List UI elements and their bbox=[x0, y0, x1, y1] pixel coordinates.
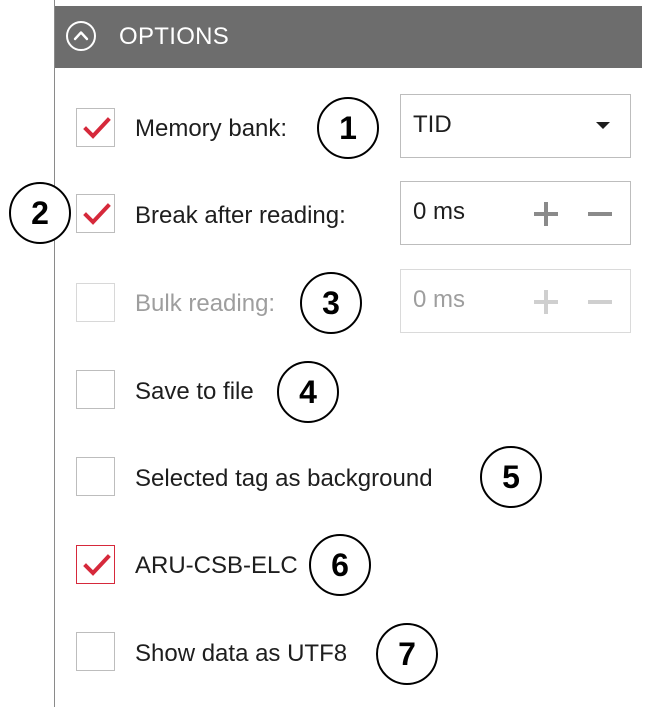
plus-icon[interactable] bbox=[531, 287, 561, 317]
plus-icon[interactable] bbox=[531, 199, 561, 229]
selected-tag-background-checkbox[interactable] bbox=[76, 457, 115, 496]
bulk-reading-value[interactable]: 0 ms bbox=[413, 286, 465, 314]
bulk-reading-label: Bulk reading: bbox=[135, 290, 276, 317]
save-to-file-checkbox[interactable] bbox=[76, 370, 115, 409]
break-after-reading-stepper[interactable]: 0 ms bbox=[400, 181, 631, 245]
options-header[interactable]: OPTIONS bbox=[55, 6, 642, 68]
callout-4: 4 bbox=[277, 361, 339, 423]
aru-csb-elc-checkbox[interactable] bbox=[76, 545, 115, 584]
show-data-utf8-checkbox[interactable] bbox=[76, 632, 115, 671]
minus-icon[interactable] bbox=[585, 199, 615, 229]
aru-csb-elc-label: ARU-CSB-ELC bbox=[135, 552, 298, 579]
callout-7: 7 bbox=[376, 623, 438, 685]
callout-6: 6 bbox=[309, 534, 371, 596]
break-after-reading-checkbox[interactable] bbox=[76, 194, 115, 233]
panel-left-border bbox=[54, 0, 55, 707]
callout-1: 1 bbox=[317, 97, 379, 159]
dropdown-arrow-icon[interactable] bbox=[596, 122, 610, 129]
callout-2: 2 bbox=[9, 182, 71, 244]
memory-bank-label: Memory bank: bbox=[135, 115, 288, 142]
memory-bank-value: TID bbox=[413, 111, 452, 138]
break-after-reading-label: Break after reading: bbox=[135, 202, 346, 229]
break-after-reading-value[interactable]: 0 ms bbox=[413, 198, 465, 226]
bulk-reading-checkbox[interactable] bbox=[76, 283, 115, 322]
show-data-utf8-label: Show data as UTF8 bbox=[135, 640, 348, 667]
checkmark-icon bbox=[83, 117, 111, 139]
selected-tag-background-label: Selected tag as background bbox=[135, 465, 433, 492]
callout-5: 5 bbox=[480, 446, 542, 508]
options-panel: OPTIONS Memory bank: 1 TID 2 Break after… bbox=[0, 0, 651, 707]
bulk-reading-stepper[interactable]: 0 ms bbox=[400, 269, 631, 333]
memory-bank-checkbox[interactable] bbox=[76, 108, 115, 147]
memory-bank-select[interactable]: TID bbox=[400, 94, 631, 158]
checkmark-icon bbox=[83, 554, 111, 576]
options-title: OPTIONS bbox=[119, 23, 230, 50]
save-to-file-label: Save to file bbox=[135, 378, 254, 405]
minus-icon[interactable] bbox=[585, 287, 615, 317]
checkmark-icon bbox=[83, 203, 111, 225]
chevron-up-circle-icon[interactable] bbox=[65, 20, 97, 52]
callout-3: 3 bbox=[300, 272, 362, 334]
